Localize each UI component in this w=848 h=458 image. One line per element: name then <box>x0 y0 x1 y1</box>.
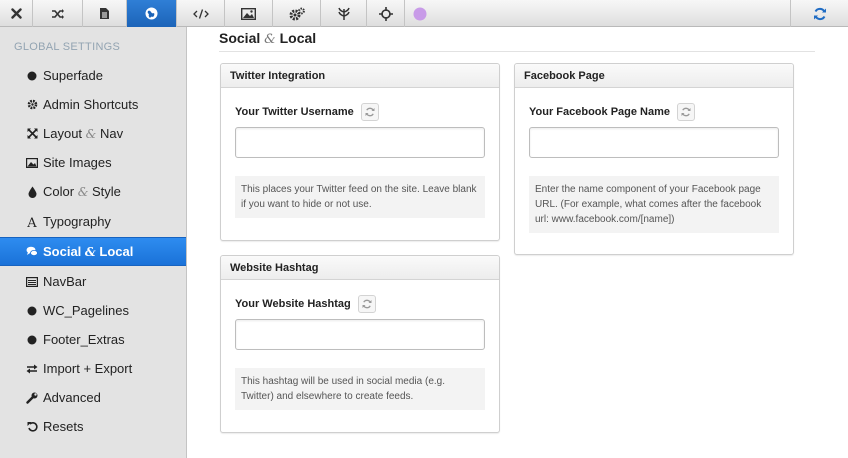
sidebar-title: GLOBAL SETTINGS <box>14 41 121 53</box>
refresh-icon <box>362 299 372 309</box>
field-label: Your Twitter Username <box>235 103 379 121</box>
sidebar-item-label: Layout & Nav <box>43 126 124 141</box>
close-button[interactable] <box>0 0 33 27</box>
sidebar-item-footer-extras[interactable]: Footer_Extras <box>0 325 186 354</box>
sidebar-item-label: NavBar <box>43 274 87 289</box>
reset-field-button[interactable] <box>677 103 696 121</box>
leaf-icon <box>337 7 350 20</box>
sidebar-item-wc-pagelines[interactable]: WC_Pagelines <box>0 296 186 325</box>
refresh-icon <box>681 107 691 117</box>
sidebar-item-label: Footer_Extras <box>43 332 125 347</box>
twitter-username-input[interactable] <box>235 127 485 158</box>
sidebar-item-admin-shortcuts[interactable]: Admin Shortcuts <box>0 90 186 119</box>
field-label: Your Facebook Page Name <box>529 103 696 121</box>
website-hashtag-input[interactable] <box>235 319 485 350</box>
close-icon <box>10 8 22 19</box>
main-content: Social & Local Twitter Integration Your … <box>187 27 848 458</box>
facebook-page-name-input[interactable] <box>529 127 779 158</box>
field-label: Your Website Hashtag <box>235 295 376 313</box>
sidebar-item-label: Site Images <box>43 155 112 170</box>
reset-field-button[interactable] <box>360 103 379 121</box>
color-button[interactable] <box>405 0 435 27</box>
move-button[interactable] <box>367 0 405 27</box>
font-icon: A <box>26 216 38 228</box>
refresh-button[interactable] <box>790 0 848 27</box>
panel-heading: Twitter Integration <box>221 64 499 88</box>
wrench-icon <box>26 392 38 404</box>
purple-circle-icon <box>413 7 427 20</box>
twitter-panel: Twitter Integration Your Twitter Usernam… <box>220 63 500 241</box>
expand-icon <box>26 128 38 140</box>
sidebar-item-navbar[interactable]: NavBar <box>0 267 186 296</box>
tint-icon <box>26 186 38 198</box>
image-button[interactable] <box>225 0 273 27</box>
exchange-icon <box>26 363 38 375</box>
sidebar-item-import-export[interactable]: Import + Export <box>0 354 186 383</box>
sidebar-item-label: Typography <box>43 214 111 229</box>
sidebar-item-resets[interactable]: Resets <box>0 412 186 441</box>
globe-icon <box>145 7 158 20</box>
sidebar-item-site-images[interactable]: Site Images <box>0 148 186 177</box>
picture-icon <box>26 157 38 169</box>
shuffle-button[interactable] <box>33 0 83 27</box>
title-divider <box>219 51 815 52</box>
sidebar-item-label: Import + Export <box>43 361 133 376</box>
leaf-button[interactable] <box>321 0 367 27</box>
panel-heading: Facebook Page <box>515 64 793 88</box>
sidebar-item-label: Superfade <box>43 68 103 83</box>
circle-icon <box>26 70 38 82</box>
circle-icon <box>26 305 38 317</box>
undo-icon <box>26 421 38 433</box>
sidebar-item-label: Advanced <box>43 390 101 405</box>
code-button[interactable] <box>177 0 225 27</box>
help-text: This places your Twitter feed on the sit… <box>235 176 485 218</box>
gear-icon <box>26 99 38 111</box>
hashtag-panel: Website Hashtag Your Website Hashtag Thi… <box>220 255 500 433</box>
sidebar-item-color-style[interactable]: Color & Style <box>0 177 186 206</box>
shuffle-icon <box>51 8 64 19</box>
gears-button[interactable] <box>273 0 321 27</box>
panel-heading: Website Hashtag <box>221 256 499 280</box>
code-icon <box>192 8 209 19</box>
move-icon <box>378 6 393 21</box>
sidebar-item-label: Resets <box>43 419 84 434</box>
refresh-icon <box>813 7 826 20</box>
sidebar-item-label: Admin Shortcuts <box>43 97 139 112</box>
document-icon <box>100 8 109 19</box>
list-icon <box>26 276 38 288</box>
sidebar-item-social-local[interactable]: Social & Local <box>0 237 186 266</box>
help-text: Enter the name component of your Faceboo… <box>529 176 779 233</box>
sidebar-item-label: Color & Style <box>43 184 121 199</box>
globe-button[interactable] <box>127 0 177 27</box>
sidebar-item-label: WC_Pagelines <box>43 303 129 318</box>
gears-icon <box>289 7 305 20</box>
sidebar: GLOBAL SETTINGS Superfade Admin Shortcut… <box>0 27 187 458</box>
image-icon <box>241 7 256 20</box>
sidebar-item-typography[interactable]: A Typography <box>0 207 186 236</box>
document-button[interactable] <box>83 0 127 27</box>
sidebar-item-advanced[interactable]: Advanced <box>0 383 186 412</box>
help-text: This hashtag will be used in social medi… <box>235 368 485 410</box>
sidebar-item-superfade[interactable]: Superfade <box>0 61 186 90</box>
circle-icon <box>26 334 38 346</box>
facebook-panel: Facebook Page Your Facebook Page Name En… <box>514 63 794 255</box>
top-toolbar <box>0 0 848 27</box>
svg-text:A: A <box>26 216 37 228</box>
refresh-icon <box>365 107 375 117</box>
reset-field-button[interactable] <box>357 295 376 313</box>
sidebar-item-layout-nav[interactable]: Layout & Nav <box>0 119 186 148</box>
sidebar-item-label: Social & Local <box>43 244 134 259</box>
page-title: Social & Local <box>219 30 317 47</box>
comments-icon <box>26 246 38 258</box>
